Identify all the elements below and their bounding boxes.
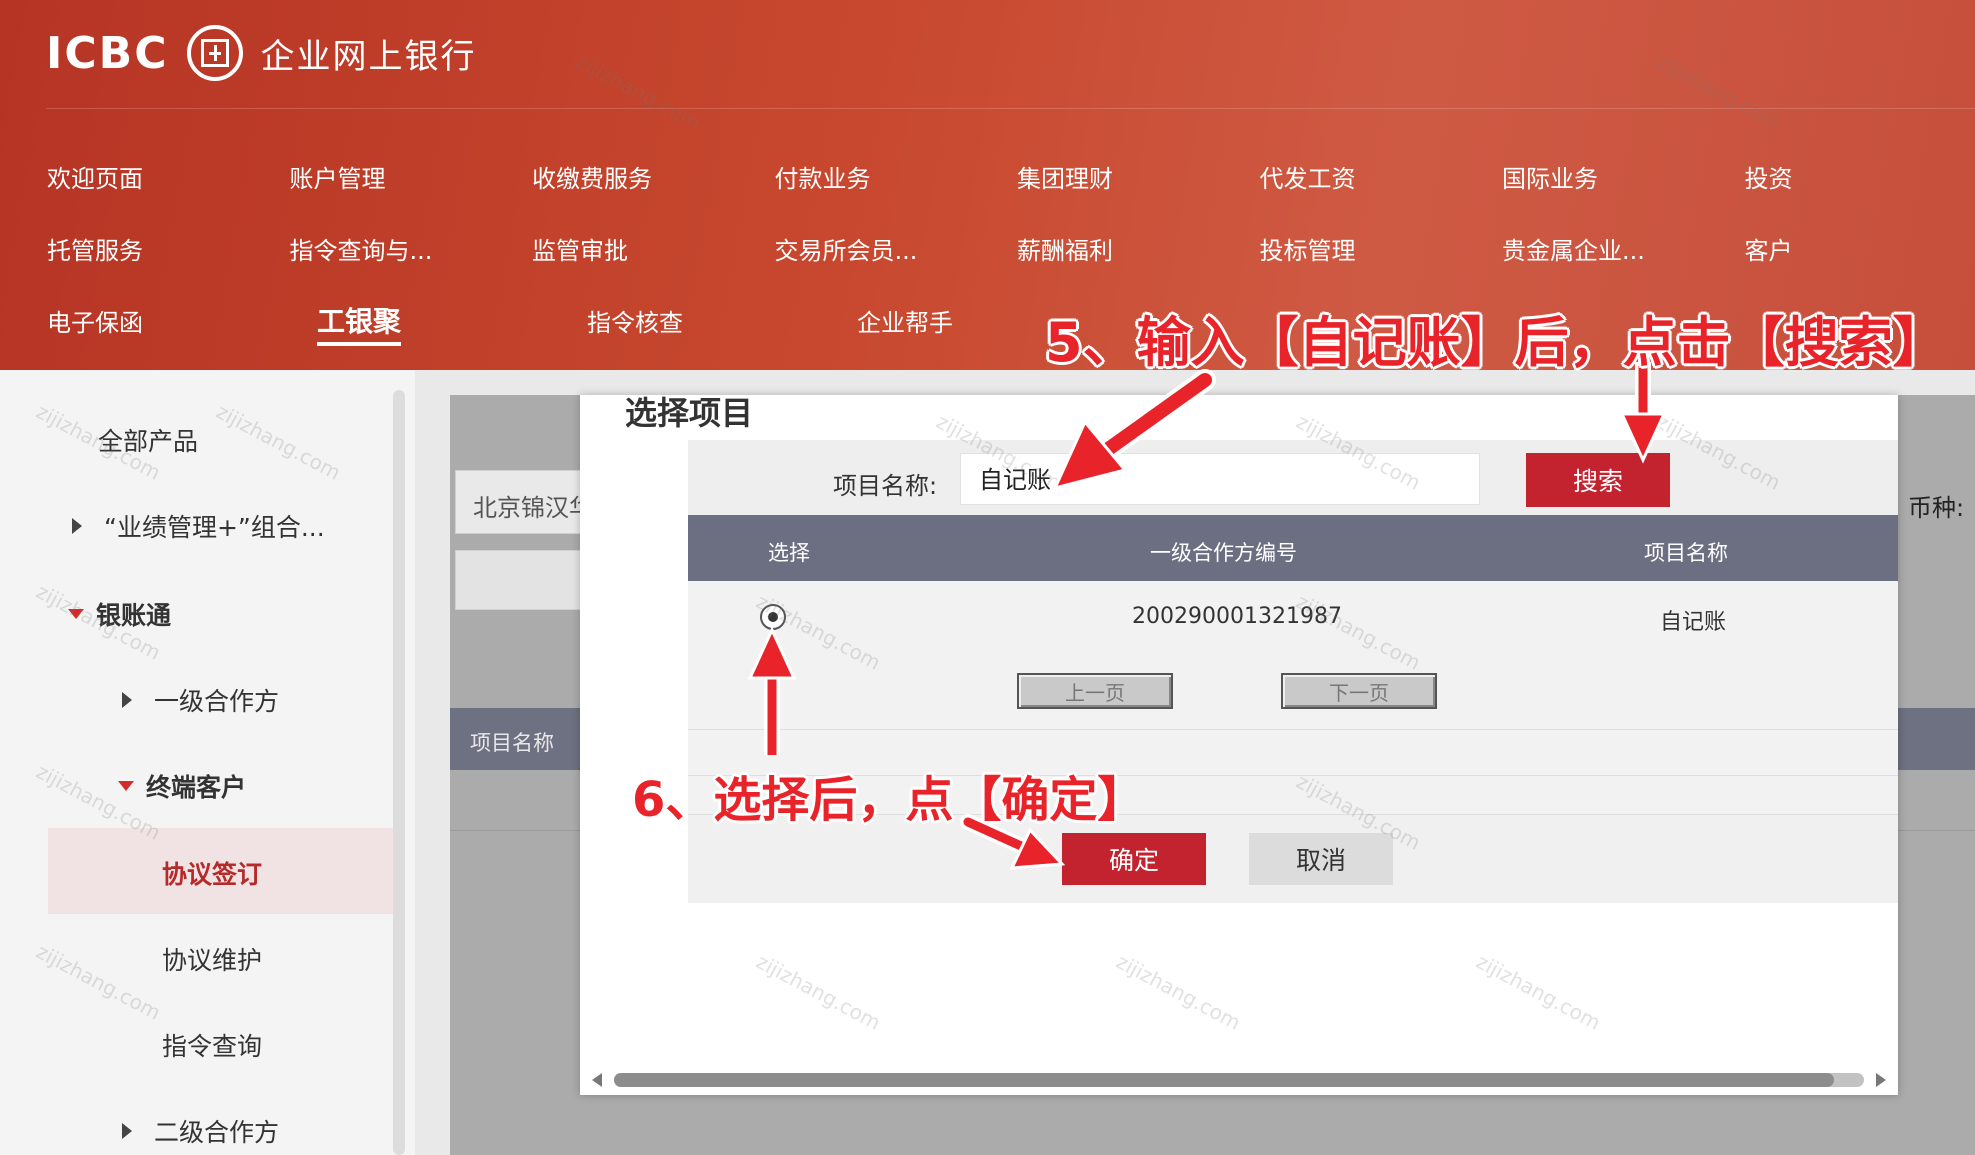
nav-item[interactable]: 收缴费服务	[532, 159, 775, 194]
sidebar-item-instruction-query[interactable]: 指令查询	[162, 1027, 262, 1063]
content-field-2	[455, 550, 587, 610]
sidebar-item-agreement-maintain[interactable]: 协议维护	[162, 941, 262, 977]
nav-item[interactable]: 国际业务	[1502, 159, 1745, 194]
nav-item-active[interactable]: 工银聚	[317, 300, 587, 346]
search-button[interactable]: 搜索	[1526, 453, 1670, 507]
step5-annotation: 5、输入【自记账】后，点击【搜索】	[1045, 311, 1947, 374]
expand-down-icon	[68, 609, 84, 619]
nav-item[interactable]: 账户管理	[290, 159, 533, 194]
confirm-button[interactable]: 确定	[1062, 833, 1206, 885]
sidebar-item-label: 终端客户	[146, 773, 247, 802]
nav-item-active-label: 工银聚	[317, 305, 402, 346]
sidebar-scrollbar[interactable]	[393, 390, 405, 1155]
sidebar-item-second-partner[interactable]: 二级合作方	[122, 1113, 279, 1149]
sidebar-item-label: 银账通	[96, 601, 172, 630]
nav-item[interactable]: 指令核查	[587, 303, 857, 338]
sidebar-item-terminal-customer[interactable]: 终端客户	[118, 768, 246, 804]
nav-item[interactable]: 电子保函	[47, 303, 317, 338]
scroll-left-icon[interactable]	[592, 1073, 602, 1087]
expand-right-icon	[72, 518, 82, 534]
column-header-partner-code: 一级合作方编号	[1150, 541, 1297, 565]
nav-item[interactable]: 投标管理	[1260, 231, 1503, 266]
nav-item[interactable]: 贵金属企业...	[1502, 231, 1745, 266]
nav-item[interactable]: 代发工资	[1260, 159, 1503, 194]
prev-page-button[interactable]: 上一页	[1017, 673, 1173, 709]
expand-down-icon	[118, 781, 134, 791]
sidebar-item-all-products[interactable]: 全部产品	[98, 422, 198, 458]
column-header-project-name: 项目名称	[1644, 541, 1728, 565]
icbc-seal-icon	[186, 25, 243, 81]
nav-item[interactable]: 托管服务	[47, 231, 290, 266]
nav-item[interactable]: 客户	[1745, 231, 1975, 266]
company-field-text: 北京锦汉华	[473, 494, 583, 522]
nav-item[interactable]: 欢迎页面	[47, 159, 290, 194]
content-column-header: 项目名称	[470, 731, 554, 755]
logo-text: ICBC	[46, 27, 169, 79]
row-select-radio[interactable]	[760, 604, 786, 630]
sidebar-item-first-partner[interactable]: 一级合作方	[122, 682, 279, 718]
sidebar-item-label: 全部产品	[98, 427, 199, 456]
nav-item[interactable]: 付款业务	[775, 159, 1018, 194]
sidebar-item-label: 协议维护	[162, 946, 263, 975]
partner-code-cell: 200290001321987	[1132, 604, 1342, 629]
nav-item[interactable]: 集团理财	[1017, 159, 1260, 194]
nav-item[interactable]: 交易所会员...	[775, 231, 1018, 266]
nav-row-2: 托管服务 指令查询与... 监管审批 交易所会员... 薪酬福利 投标管理 贵金…	[47, 212, 1975, 284]
nav-item[interactable]: 监管审批	[532, 231, 775, 266]
horizontal-scrollbar[interactable]	[590, 1070, 1888, 1090]
project-name-cell: 自记账	[1660, 610, 1727, 635]
scroll-right-icon[interactable]	[1876, 1073, 1886, 1087]
currency-label: 币种:	[1908, 494, 1965, 522]
next-page-button[interactable]: 下一页	[1281, 673, 1437, 709]
sidebar-item-agreement-sign[interactable]: 协议签订	[162, 855, 262, 891]
expand-right-icon	[122, 692, 132, 708]
nav-row-1: 欢迎页面 账户管理 收缴费服务 付款业务 集团理财 代发工资 国际业务 投资	[47, 140, 1975, 212]
result-table-header: 选择 一级合作方编号 项目名称	[688, 515, 1898, 581]
scroll-thumb[interactable]	[614, 1073, 1834, 1087]
icbc-logo[interactable]: ICBC 企业网上银行	[46, 22, 477, 84]
expand-right-icon	[122, 1123, 132, 1139]
sidebar-item-label: 二级合作方	[154, 1118, 280, 1147]
bank-name: 企业网上银行	[260, 36, 477, 77]
sidebar-item-yinzhangtong[interactable]: 银账通	[68, 596, 171, 632]
nav-item[interactable]: 薪酬福利	[1017, 231, 1260, 266]
dialog-title: 选择项目	[625, 394, 754, 432]
column-header-select: 选择	[768, 541, 810, 565]
sidebar-item-label: 指令查询	[162, 1032, 263, 1061]
header-divider	[46, 108, 1975, 109]
sidebar-item-label: “业绩管理+”组合...	[104, 513, 325, 542]
sidebar-item-performance[interactable]: “业绩管理+”组合...	[72, 508, 325, 544]
cancel-button[interactable]: 取消	[1249, 833, 1393, 885]
sidebar-item-label: 协议签订	[162, 860, 263, 889]
nav-item[interactable]: 投资	[1745, 159, 1975, 194]
sidebar-item-label: 一级合作方	[154, 687, 280, 716]
project-name-label: 项目名称:	[833, 472, 938, 500]
project-name-input[interactable]: 自记账	[960, 453, 1480, 505]
step6-annotation: 6、选择后，点【确定】	[632, 772, 1146, 828]
nav-item[interactable]: 指令查询与...	[290, 231, 533, 266]
